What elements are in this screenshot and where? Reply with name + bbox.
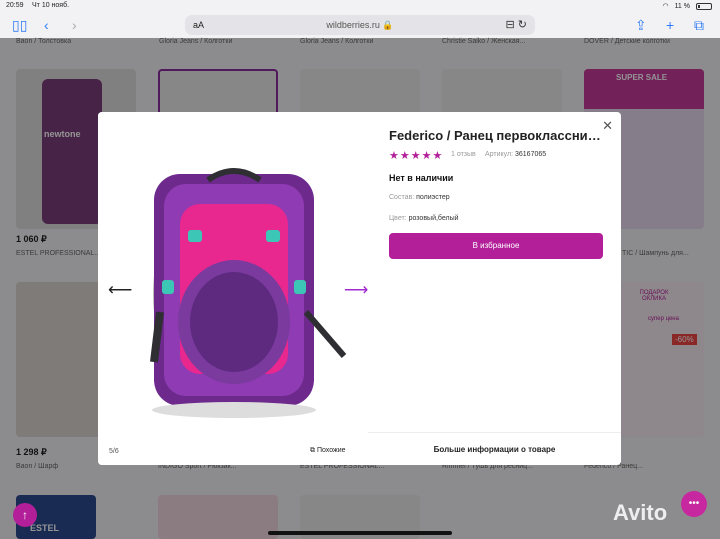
add-to-favorites-button[interactable]: В избранное bbox=[389, 233, 603, 259]
image-counter: 5/6 bbox=[109, 448, 119, 455]
avito-watermark: Avito bbox=[613, 500, 668, 525]
tabs-icon[interactable]: ⧉ bbox=[694, 16, 704, 34]
lock-icon: 🔒 bbox=[382, 20, 394, 30]
similar-icon: ⧉ bbox=[310, 447, 317, 454]
url-actions-icon[interactable]: ⊟ ↻ bbox=[506, 18, 528, 31]
next-image-arrow-icon[interactable]: ⟶ bbox=[344, 280, 368, 300]
article-number: Артикул: 36167065 bbox=[485, 151, 547, 158]
similar-label: Похожие bbox=[316, 447, 346, 454]
status-bar: 20:59 Чт 10 нояб. ◠ 11 % bbox=[0, 0, 720, 12]
quick-view-modal: ⟵ ⟶ 5/6 ⧉ Похожие ✕ Federico / Ранец пер… bbox=[98, 112, 621, 465]
url-domain: wildberries.ru 🔒 bbox=[326, 20, 394, 30]
arrow-up-icon: ↑ bbox=[22, 508, 28, 522]
back-icon[interactable]: ‹ bbox=[44, 16, 49, 34]
material-spec: Состав: полиэстер bbox=[389, 194, 450, 201]
battery-icon bbox=[696, 2, 712, 10]
more-info-link[interactable]: Больше информации о товаре bbox=[368, 432, 621, 465]
product-gallery: ⟵ ⟶ 5/6 ⧉ Похожие bbox=[98, 112, 368, 465]
browser-toolbar: ▯▯ ‹ › аА wildberries.ru 🔒 ⊟ ↻ ⇪ + ⧉ bbox=[0, 12, 720, 38]
status-date: Чт 10 нояб. bbox=[32, 2, 70, 9]
forward-icon[interactable]: › bbox=[72, 16, 77, 34]
home-indicator[interactable] bbox=[268, 531, 452, 535]
status-time: 20:59 bbox=[6, 2, 24, 9]
wifi-icon: ◠ bbox=[662, 3, 669, 10]
product-info: ✕ Federico / Ранец первоклассника... ★★★… bbox=[368, 112, 621, 465]
prev-image-arrow-icon[interactable]: ⟵ bbox=[108, 280, 132, 300]
reviews-count[interactable]: 1 отзыв bbox=[451, 151, 476, 158]
backpack-image bbox=[150, 168, 347, 418]
sidebar-icon[interactable]: ▯▯ bbox=[12, 16, 27, 34]
address-bar[interactable]: аА wildberries.ru 🔒 ⊟ ↻ bbox=[185, 15, 535, 35]
color-spec: Цвет: розовый,белый bbox=[389, 215, 459, 222]
share-icon[interactable]: ⇪ bbox=[635, 16, 647, 34]
scroll-up-button[interactable]: ↑ bbox=[13, 503, 37, 527]
similar-button[interactable]: ⧉ Похожие bbox=[304, 442, 352, 460]
chat-icon: ••• bbox=[688, 498, 700, 509]
chat-button[interactable]: ••• bbox=[681, 491, 707, 517]
rating-stars: ★★★★★ bbox=[389, 150, 444, 162]
battery-percent: 11 % bbox=[674, 2, 690, 10]
new-tab-icon[interactable]: + bbox=[666, 16, 674, 34]
stock-status: Нет в наличии bbox=[389, 173, 454, 183]
status-right: ◠ 11 % bbox=[662, 2, 712, 10]
product-title[interactable]: Federico / Ранец первоклассника... bbox=[389, 128, 604, 143]
